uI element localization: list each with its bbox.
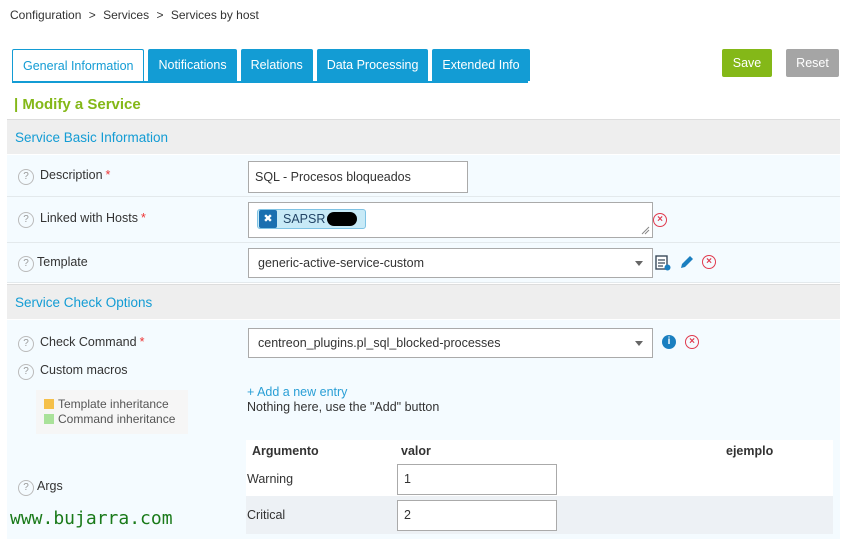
template-details-icon[interactable]	[655, 255, 671, 271]
legend-command: Command inheritance	[44, 412, 175, 426]
arg-name-warning: Warning	[247, 472, 294, 486]
check-command-value: centreon_plugins.pl_sql_blocked-processe…	[258, 336, 501, 350]
watermark: www.bujarra.com	[10, 508, 173, 529]
legend-template: Template inheritance	[44, 397, 169, 411]
custom-macros-label: Custom macros	[40, 363, 128, 377]
template-select[interactable]: generic-active-service-custom	[248, 248, 653, 278]
tab-general-information[interactable]: General Information	[12, 49, 145, 81]
page-title: | Modify a Service	[14, 96, 141, 113]
chip-remove-icon[interactable]: ✖	[259, 210, 277, 228]
tab-underline	[12, 81, 528, 83]
breadcrumb: Configuration > Services > Services by h…	[10, 8, 263, 22]
edit-pencil-icon[interactable]	[679, 254, 695, 270]
args-table-row: Warning 1	[246, 460, 833, 496]
chevron-down-icon	[635, 341, 643, 346]
breadcrumb-separator: >	[156, 8, 164, 22]
add-entry-link[interactable]: + Add a new entry	[247, 385, 347, 399]
tab-notifications[interactable]: Notifications	[148, 49, 237, 81]
macros-empty-text: Nothing here, use the "Add" button	[247, 400, 440, 414]
check-command-row: ? Check Command * centreon_plugins.pl_sql…	[7, 320, 840, 360]
linked-hosts-row: ? Linked with Hosts * ✖ SAPSR ×	[7, 197, 840, 243]
breadcrumb-services[interactable]: Services	[103, 8, 149, 22]
tab-data-processing[interactable]: Data Processing	[316, 49, 429, 81]
linked-hosts-label: Linked with Hosts *	[40, 211, 146, 225]
help-icon[interactable]: ?	[18, 169, 34, 185]
template-value: generic-active-service-custom	[258, 256, 425, 270]
tab-relations[interactable]: Relations	[240, 49, 313, 81]
help-icon[interactable]: ?	[18, 212, 34, 228]
resize-grip-icon[interactable]	[641, 226, 650, 235]
template-label: Template	[37, 255, 88, 269]
remove-hosts-icon[interactable]: ×	[653, 213, 667, 227]
check-command-select[interactable]: centreon_plugins.pl_sql_blocked-processe…	[248, 328, 653, 358]
info-icon[interactable]: i	[662, 335, 676, 349]
section-header-basic: Service Basic Information	[7, 119, 840, 154]
arg-name-critical: Critical	[247, 508, 286, 522]
template-swatch	[44, 399, 54, 409]
tab-bar: General Information Notifications Relati…	[12, 49, 530, 81]
breadcrumb-configuration[interactable]: Configuration	[10, 8, 81, 22]
linked-hosts-field[interactable]: ✖ SAPSR	[248, 202, 653, 238]
help-icon[interactable]: ?	[18, 336, 34, 352]
host-chip-label: SAPSR	[283, 212, 326, 226]
header-argumento: Argumento	[252, 444, 319, 458]
check-command-label: Check Command *	[40, 335, 145, 349]
remove-template-icon[interactable]: ×	[702, 255, 716, 269]
help-icon[interactable]: ?	[18, 256, 34, 272]
help-icon[interactable]: ?	[18, 480, 34, 496]
section-header-check: Service Check Options	[7, 284, 840, 319]
header-valor: valor	[401, 444, 431, 458]
save-button[interactable]: Save	[722, 49, 772, 77]
description-row: ? Description * SQL - Procesos bloqueados	[7, 155, 840, 197]
args-label: Args	[37, 479, 63, 493]
chevron-down-icon	[635, 261, 643, 266]
redaction-mark	[327, 212, 358, 226]
breadcrumb-services-by-host[interactable]: Services by host	[171, 8, 259, 22]
breadcrumb-separator: >	[88, 8, 96, 22]
inheritance-legend: Template inheritance Command inheritance	[36, 390, 188, 434]
arg-value-warning-input[interactable]: 1	[397, 464, 557, 495]
host-chip: ✖ SAPSR	[257, 209, 366, 229]
args-table-header: Argumento valor ejemplo	[246, 440, 833, 460]
tab-extended-info[interactable]: Extended Info	[432, 49, 530, 81]
header-ejemplo: ejemplo	[726, 444, 774, 458]
args-table-row: Critical 2	[246, 496, 833, 534]
description-input[interactable]: SQL - Procesos bloqueados	[248, 161, 468, 193]
template-row: ? Template generic-active-service-custom…	[7, 243, 840, 283]
reset-button[interactable]: Reset	[786, 49, 839, 77]
command-swatch	[44, 414, 54, 424]
description-label: Description *	[40, 168, 111, 182]
arg-value-critical-input[interactable]: 2	[397, 500, 557, 531]
remove-command-icon[interactable]: ×	[685, 335, 699, 349]
help-icon[interactable]: ?	[18, 364, 34, 380]
